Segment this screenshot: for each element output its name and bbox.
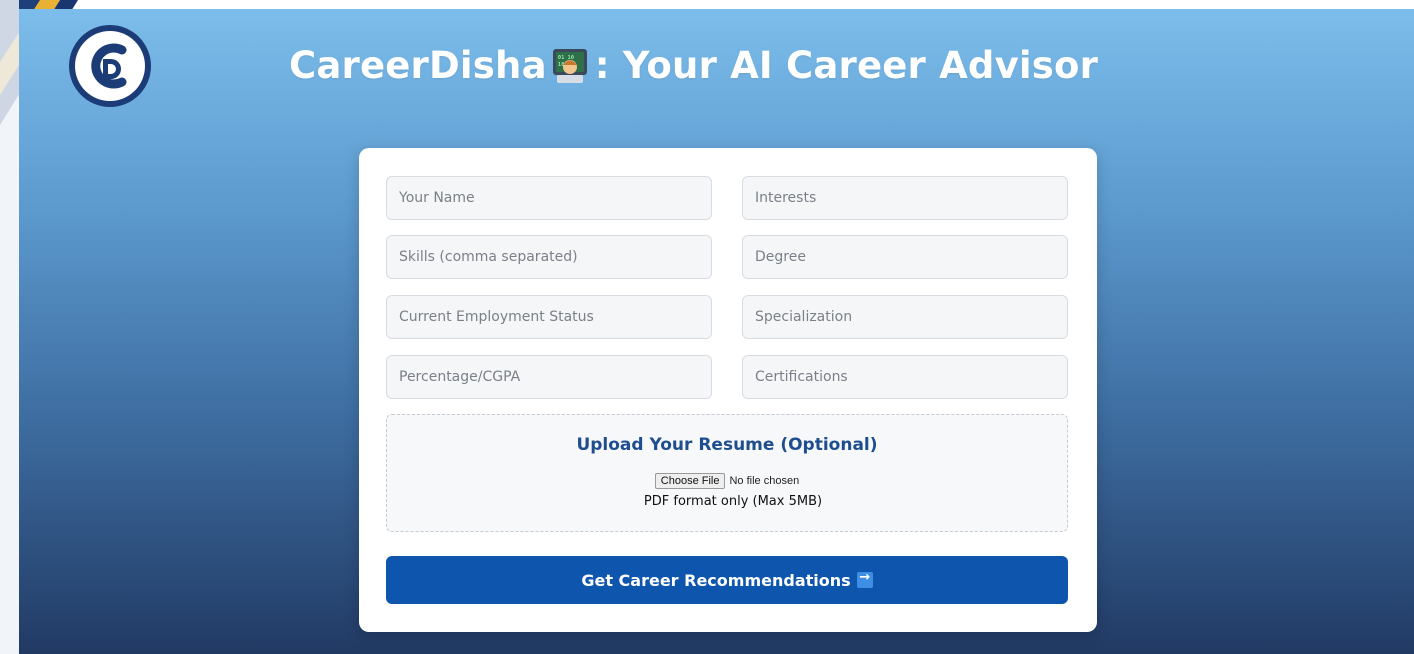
app-window: CareerDisha 01 10 10 01 : Your AI Career…: [19, 9, 1414, 654]
file-picker: Choose File No file chosen: [387, 473, 1067, 489]
interests-input[interactable]: [742, 176, 1068, 220]
skills-input[interactable]: [386, 235, 712, 279]
page-title-tagline: : Your AI Career Advisor: [594, 43, 1099, 87]
arrow-right-icon: [856, 570, 873, 588]
certifications-input[interactable]: [742, 355, 1068, 399]
percentage-input[interactable]: [386, 355, 712, 399]
resume-upload-dropzone[interactable]: Upload Your Resume (Optional) Choose Fil…: [386, 414, 1068, 532]
technologist-emoji-icon: 01 10 10 01: [552, 49, 587, 83]
name-input[interactable]: [386, 176, 712, 220]
svg-text:01 10: 01 10: [558, 55, 574, 61]
upload-title: Upload Your Resume (Optional): [576, 435, 878, 455]
file-status: No file chosen: [729, 475, 800, 487]
specialization-input[interactable]: [742, 295, 1068, 339]
career-form-card: Upload Your Resume (Optional) Choose Fil…: [359, 148, 1097, 632]
upload-note: PDF format only (Max 5MB): [643, 494, 823, 509]
choose-file-button[interactable]: Choose File: [654, 473, 726, 489]
get-recommendations-button[interactable]: Get Career Recommendations: [386, 556, 1068, 604]
degree-input[interactable]: [742, 235, 1068, 279]
page-title: CareerDisha 01 10 10 01 : Your AI Career…: [289, 35, 1189, 95]
careerdisha-logo-icon: [69, 25, 151, 107]
employment-status-input[interactable]: [386, 295, 712, 339]
page-title-brand: CareerDisha: [289, 43, 547, 87]
submit-label: Get Career Recommendations: [581, 570, 851, 590]
